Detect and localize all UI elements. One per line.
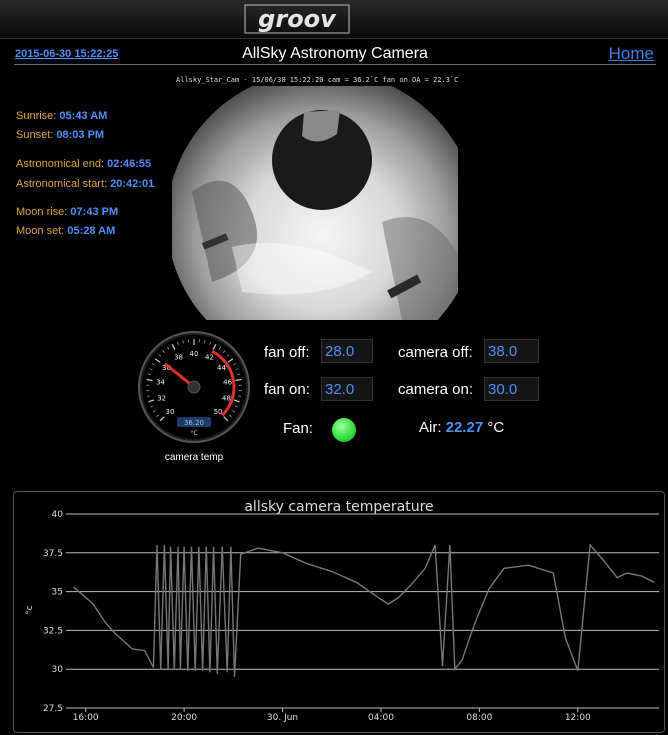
camera-caption: Allsky_Star_Cam - 15/06/30 15:22:20 cam … bbox=[176, 76, 458, 84]
moonrise-value: 07:43 PM bbox=[70, 206, 119, 218]
astro-start-value: 20:42:01 bbox=[110, 178, 155, 190]
gauge-tick-label: 50 bbox=[214, 408, 223, 416]
gauge-tick-label: 48 bbox=[222, 395, 231, 403]
fisheye-sky-view bbox=[172, 72, 458, 320]
sunset-row: Sunset: 08:03 PM bbox=[16, 129, 104, 141]
chart-xtick-label: 30. Jun bbox=[267, 713, 298, 723]
camera-off-input[interactable]: 38.0 bbox=[484, 339, 539, 363]
camera-on-label: camera on: bbox=[398, 381, 474, 398]
astro-start-label: Astronomical start: bbox=[16, 178, 108, 190]
chart-title: allsky camera temperature bbox=[244, 499, 433, 515]
chart-xtick-label: 08:00 bbox=[466, 713, 492, 723]
chart-ytick-label: 40 bbox=[52, 510, 64, 520]
page-title: AllSky Astronomy Camera bbox=[242, 45, 428, 62]
header-row: 2015-06-30 15:22:25 AllSky Astronomy Cam… bbox=[14, 44, 656, 65]
fan-label: Fan: bbox=[283, 420, 314, 437]
home-link[interactable]: Home bbox=[609, 44, 654, 64]
sunset-label: Sunset: bbox=[16, 129, 54, 141]
chart-ytick-label: 35 bbox=[52, 588, 63, 598]
air-temperature: Air: 22.27 °C bbox=[419, 419, 504, 436]
chart-ytick-label: 27.5 bbox=[43, 704, 63, 714]
gauge-tick-label: 38 bbox=[174, 354, 183, 362]
air-value: 22.27 bbox=[445, 419, 484, 436]
camera-on-input[interactable]: 30.0 bbox=[484, 377, 539, 401]
chart-ytick-label: 30 bbox=[52, 665, 64, 675]
allsky-camera-image: Allsky_Star_Cam - 15/06/30 15:22:20 cam … bbox=[172, 72, 458, 320]
sunset-value: 08:03 PM bbox=[56, 129, 105, 141]
chart-xtick-label: 20:00 bbox=[171, 713, 197, 723]
top-bar: groov bbox=[0, 0, 668, 39]
sunrise-row: Sunrise: 05:43 AM bbox=[16, 110, 107, 122]
gauge-label: camera temp bbox=[164, 452, 224, 463]
moonset-row: Moon set: 05:28 AM bbox=[16, 225, 115, 237]
svg-text:groov: groov bbox=[258, 5, 337, 33]
moonset-label: Moon set: bbox=[16, 225, 65, 237]
temperature-chart: allsky camera temperature °c 40 37.5 35 32.… bbox=[25, 499, 659, 723]
astro-end-row: Astronomical end: 02:46:55 bbox=[16, 158, 151, 170]
gauge-tick-label: 34 bbox=[156, 379, 165, 387]
gauge-tick-label: 40 bbox=[190, 350, 199, 358]
chart-ylabel: °c bbox=[25, 605, 35, 615]
sunrise-value: 05:43 AM bbox=[59, 110, 108, 122]
fan-status-indicator bbox=[332, 418, 356, 442]
gauge-tick-label: 46 bbox=[223, 379, 232, 387]
gauge-value: 36.20 bbox=[184, 419, 204, 427]
chart-xtick-label: 16:00 bbox=[73, 713, 99, 723]
moonset-value: 05:28 AM bbox=[67, 225, 116, 237]
gauge-unit: °C bbox=[190, 430, 197, 437]
astro-start-row: Astronomical start: 20:42:01 bbox=[16, 178, 154, 190]
moonrise-label: Moon rise: bbox=[16, 206, 68, 218]
fan-on-label: fan on: bbox=[264, 381, 310, 398]
fan-on-input[interactable]: 32.0 bbox=[321, 377, 373, 401]
air-unit: °C bbox=[487, 419, 505, 436]
air-label: Air: bbox=[419, 419, 442, 436]
sunrise-label: Sunrise: bbox=[16, 110, 57, 122]
gauge-face: 3032343638 40 4244464850 36.20 °C bbox=[138, 331, 250, 443]
camera-temp-gauge: 30 32 34 36 38 40 42 44 46 48 50 36.20 °C bbox=[137, 330, 251, 444]
astro-end-label: Astronomical end: bbox=[16, 158, 105, 170]
temperature-chart-panel: allsky camera temperature °c 40 37.5 35 32.… bbox=[13, 491, 665, 733]
moonrise-row: Moon rise: 07:43 PM bbox=[16, 206, 118, 218]
chart-xtick-label: 04:00 bbox=[368, 713, 394, 723]
chart-ytick-label: 32.5 bbox=[43, 626, 63, 636]
chart-xtick-label: 12:00 bbox=[565, 713, 591, 723]
gauge-tick-label: 44 bbox=[217, 364, 226, 372]
chart-ytick-label: 37.5 bbox=[43, 549, 63, 559]
camera-off-label: camera off: bbox=[398, 344, 473, 361]
astro-end-value: 02:46:55 bbox=[107, 158, 152, 170]
groov-logo: groov bbox=[242, 2, 352, 36]
gauge-tick-label: 32 bbox=[157, 395, 166, 403]
fan-off-label: fan off: bbox=[264, 344, 310, 361]
temperature-series-line bbox=[72, 543, 655, 678]
gauge-tick-label: 42 bbox=[205, 354, 214, 362]
gauge-tick-label: 30 bbox=[165, 408, 174, 416]
fan-off-input[interactable]: 28.0 bbox=[321, 339, 373, 363]
